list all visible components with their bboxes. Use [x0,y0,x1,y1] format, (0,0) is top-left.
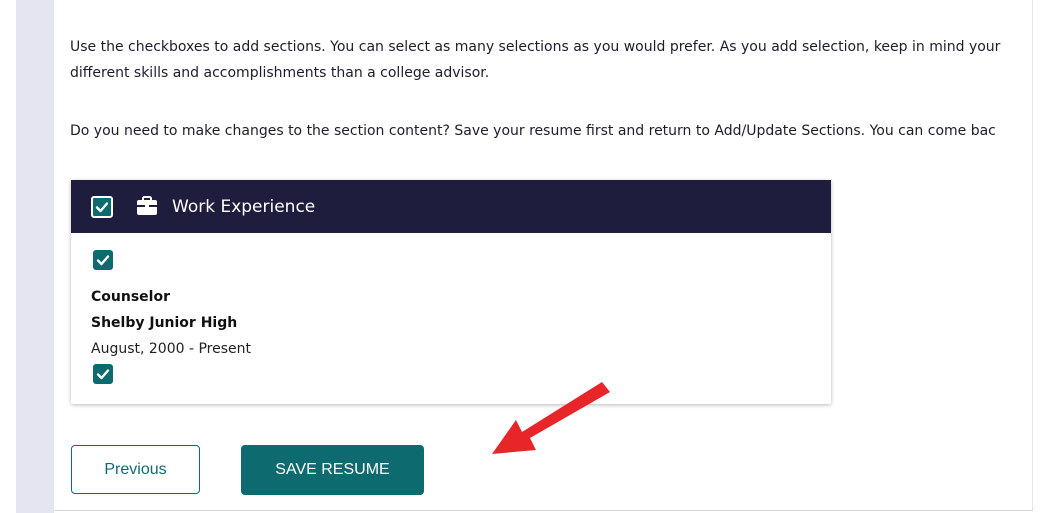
job-title: Counselor [91,289,170,305]
instructions-line-1: Use the checkboxes to add sections. You … [70,39,1001,55]
page: Use the checkboxes to add sections. You … [0,0,1050,513]
section-title: Work Experience [172,197,316,217]
job-dates: August, 2000 - Present [91,341,252,357]
briefcase-icon [137,196,157,215]
section-header: Work Experience [71,180,831,233]
save-resume-button[interactable]: SAVE RESUME [241,445,424,495]
left-rail [16,0,54,513]
save-note-paragraph: Do you need to make changes to the secti… [70,123,996,139]
check-icon [96,369,110,380]
work-experience-card: Work Experience Counselor Shelby Junior … [71,180,831,404]
red-arrow-annotation [492,382,610,454]
check-icon [95,202,109,213]
entry-checkbox-bottom[interactable] [93,364,113,384]
previous-button[interactable]: Previous [71,445,200,494]
instructions-paragraph: Use the checkboxes to add sections. You … [70,34,1000,86]
instructions-line-2: different skills and accomplishments tha… [70,65,490,81]
main-panel: Use the checkboxes to add sections. You … [54,0,1033,511]
section-checkbox[interactable] [91,196,113,218]
job-company: Shelby Junior High [91,315,238,331]
entry-checkbox-top[interactable] [93,250,113,270]
page-edge [1033,0,1050,513]
check-icon [96,255,110,266]
